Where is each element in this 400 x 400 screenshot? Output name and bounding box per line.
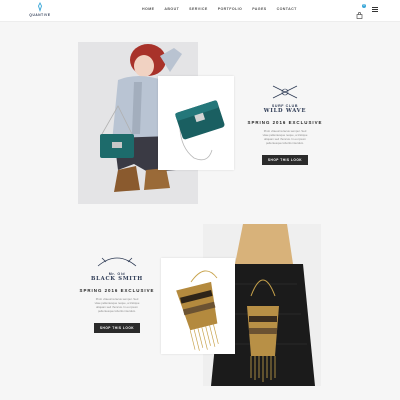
promo-2-badge-bottom: BLACK SMITH (91, 276, 143, 282)
promo-2-headline: SPRING 2016 EXCLUSIVE (79, 288, 155, 293)
site-header: QUANTIVE HOME ABOUT SERVICE PORTFOLIO PA… (0, 0, 400, 22)
product-photo-beaded-bag[interactable] (161, 258, 235, 354)
hamburger-menu-icon[interactable] (372, 7, 378, 12)
promo-block-1: SURF CLUB WILD WAVE SPRING 2016 EXCLUSIV… (246, 82, 324, 166)
nav-contact[interactable]: CONTACT (277, 7, 297, 11)
surf-club-emblem-icon (272, 85, 298, 99)
promo-1-description: Proin vitaeurna lacus semper. Sed vitae … (262, 129, 308, 145)
cart-count-badge: 0 (362, 4, 366, 8)
nav-pages[interactable]: PAGES (252, 7, 266, 11)
shopping-bag-icon (356, 12, 363, 19)
nav-about[interactable]: ABOUT (164, 7, 179, 11)
header-actions: 0 (356, 4, 378, 19)
promo-1-badge-bottom: WILD WAVE (263, 108, 307, 114)
blacksmith-emblem-icon (97, 257, 137, 267)
promo-1-headline: SPRING 2016 EXCLUSIVE (247, 120, 323, 125)
logo-text: QUANTIVE (29, 13, 51, 17)
shop-this-look-button-1[interactable]: SHOP THIS LOOK (261, 155, 309, 165)
logo-mark-icon (38, 2, 42, 12)
nav-home[interactable]: HOME (142, 7, 154, 11)
cart-button[interactable]: 0 (356, 4, 366, 19)
nav-portfolio[interactable]: PORTFOLIO (218, 7, 243, 11)
promo-block-2: Mr. Old BLACK SMITH SPRING 2016 EXCLUSIV… (76, 252, 158, 334)
shop-this-look-button-2[interactable]: SHOP THIS LOOK (93, 323, 141, 333)
site-logo[interactable]: QUANTIVE (28, 2, 52, 20)
promo-2-description: Proin vitaeurna lacus semper. Sed vitae … (94, 297, 140, 313)
product-photo-teal-bag[interactable] (158, 76, 234, 170)
main-nav: HOME ABOUT SERVICE PORTFOLIO PAGES CONTA… (142, 7, 297, 11)
nav-service[interactable]: SERVICE (189, 7, 208, 11)
